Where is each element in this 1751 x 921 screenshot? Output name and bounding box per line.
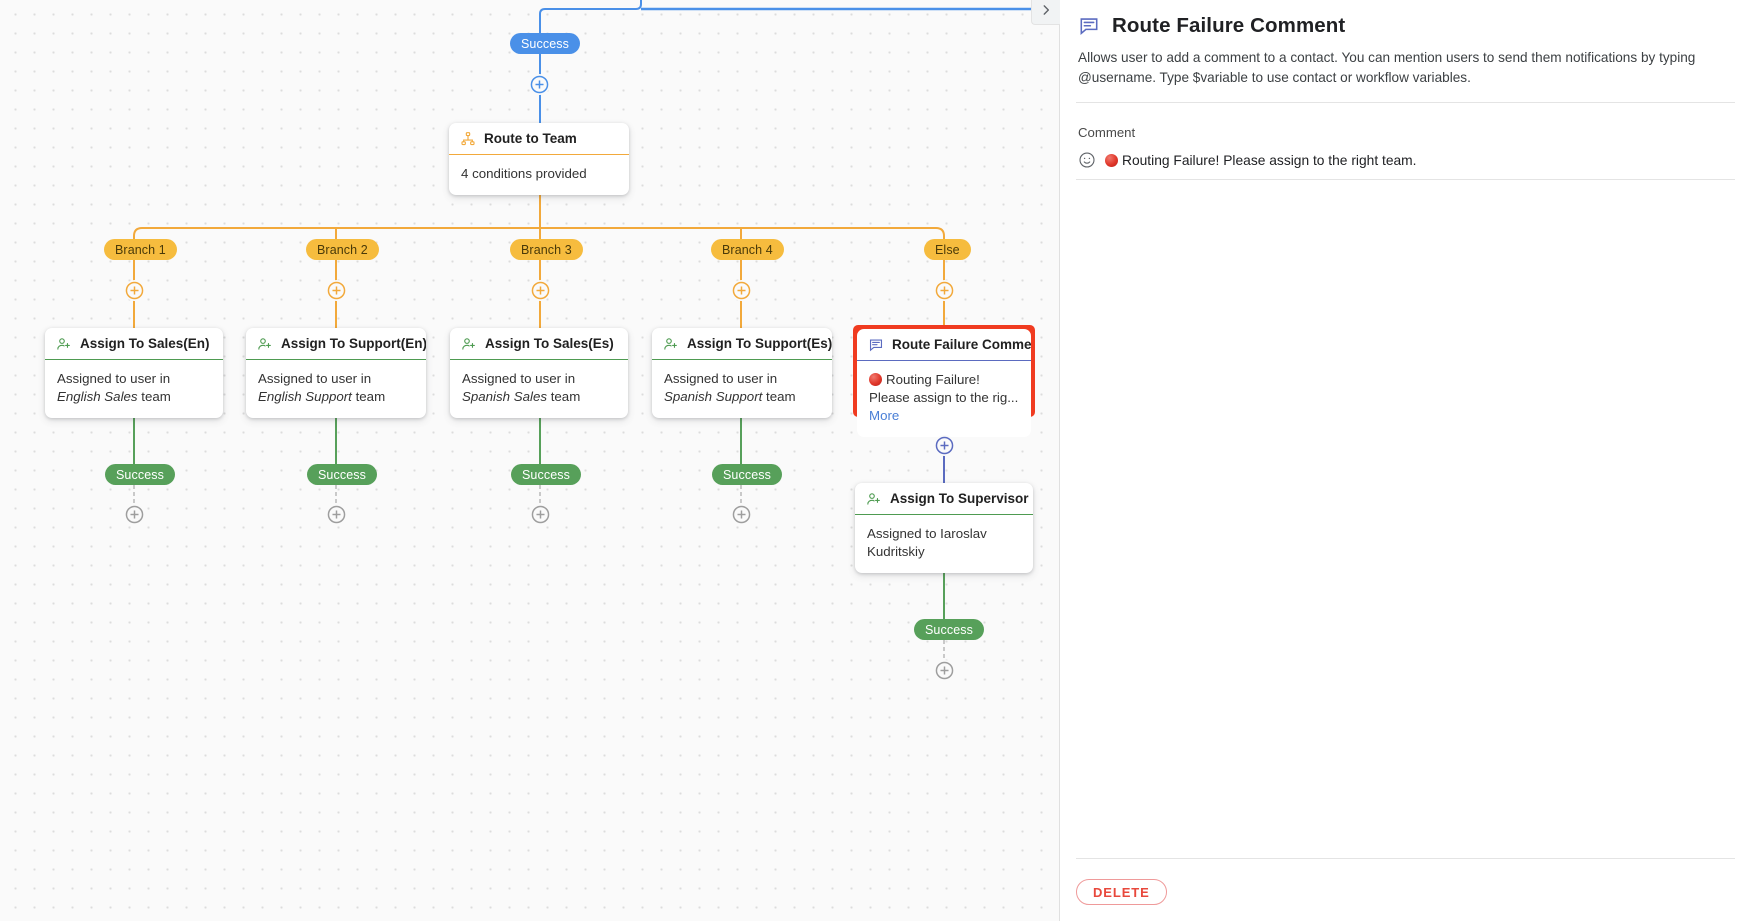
node-title: Assign To Sales(Es): [485, 336, 614, 351]
node-body-emphasis: English Support: [258, 389, 352, 404]
node-assign-to-support-en[interactable]: Assign To Support(En) Assigned to user i…: [246, 328, 426, 418]
badge-success-branch-1[interactable]: Success: [105, 464, 175, 485]
add-step-button[interactable]: [529, 74, 550, 95]
node-body-prefix: Assigned to user in: [57, 371, 171, 386]
add-step-button-branch-4[interactable]: [731, 280, 752, 301]
node-body-emphasis: Spanish Support: [664, 389, 763, 404]
node-header: Assign To Sales(En): [45, 328, 223, 359]
node-body: Routing Failure! Please assign to the ri…: [857, 361, 1031, 437]
footer-divider: [1076, 858, 1735, 859]
assign-user-icon: [663, 336, 679, 352]
red-circle-emoji: [1105, 153, 1118, 167]
node-body-emphasis: Spanish Sales: [462, 389, 548, 404]
node-assign-to-sales-en[interactable]: Assign To Sales(En) Assigned to user in …: [45, 328, 223, 418]
assign-user-icon: [461, 336, 477, 352]
node-body-prefix: Assigned to user in: [664, 371, 778, 386]
add-step-button-branch-else[interactable]: [934, 280, 955, 301]
comment-value[interactable]: Routing Failure! Please assign to the ri…: [1105, 153, 1417, 168]
badge-success-branch-2[interactable]: Success: [307, 464, 377, 485]
node-header: Assign To Support(Es): [652, 328, 832, 359]
badge-success-supervisor[interactable]: Success: [914, 619, 984, 640]
node-title: Assign To Sales(En): [80, 336, 210, 351]
more-link[interactable]: More: [869, 408, 899, 423]
add-step-button-after-success-supervisor[interactable]: [934, 660, 955, 681]
panel-description: Allows user to add a comment to a contac…: [1078, 50, 1696, 85]
node-body-emphasis: English Sales: [57, 389, 138, 404]
node-title: Route Failure Comment: [892, 337, 1031, 352]
node-header: Route to Team: [449, 123, 629, 154]
comment-value-text: Routing Failure! Please assign to the ri…: [1122, 152, 1417, 168]
org-chart-icon: [460, 131, 476, 147]
node-title: Route to Team: [484, 131, 577, 146]
panel-header: Route Failure Comment: [1076, 0, 1735, 48]
comment-field-label: Comment: [1078, 125, 1136, 140]
node-body: Assigned to user in Spanish Support team: [652, 360, 832, 418]
node-assign-to-supervisor[interactable]: Assign To Supervisor Assigned to Iarosla…: [855, 483, 1033, 573]
add-step-button-branch-1[interactable]: [124, 280, 145, 301]
branch-pill-3[interactable]: Branch 3: [510, 239, 583, 260]
smiley-icon[interactable]: [1078, 151, 1096, 169]
comment-input-row[interactable]: Routing Failure! Please assign to the ri…: [1076, 144, 1735, 180]
branch-pill-1[interactable]: Branch 1: [104, 239, 177, 260]
add-step-button-branch-3[interactable]: [530, 280, 551, 301]
badge-success-top[interactable]: Success: [510, 33, 580, 54]
branch-pill-4[interactable]: Branch 4: [711, 239, 784, 260]
add-step-button-after-success-3[interactable]: [530, 504, 551, 525]
panel-footer: DELETE: [1076, 858, 1735, 921]
page-title: Route Failure Comment: [1112, 14, 1346, 37]
node-body: 4 conditions provided: [461, 166, 587, 181]
node-body: Assigned to Iaroslav Kudritskiy: [867, 526, 987, 559]
node-title: Assign To Support(Es): [687, 336, 832, 351]
panel-spacer: [1076, 180, 1735, 858]
node-route-to-team[interactable]: Route to Team 4 conditions provided: [449, 123, 629, 195]
node-header: Assign To Support(En): [246, 328, 426, 359]
add-step-button-after-comment[interactable]: [934, 435, 955, 456]
node-body-prefix: Assigned to user in: [258, 371, 372, 386]
node-header: Assign To Supervisor: [855, 483, 1033, 514]
badge-success-branch-3[interactable]: Success: [511, 464, 581, 485]
comment-icon: [868, 337, 884, 353]
node-body-suffix: team: [137, 389, 171, 404]
node-body-text: Routing Failure! Please assign to the ri…: [869, 372, 1019, 405]
red-circle-emoji: [869, 373, 882, 386]
node-title: Assign To Supervisor: [890, 491, 1029, 506]
node-assign-to-sales-es[interactable]: Assign To Sales(Es) Assigned to user in …: [450, 328, 628, 418]
branch-pill-2[interactable]: Branch 2: [306, 239, 379, 260]
node-body-suffix: team: [762, 389, 796, 404]
assign-user-icon: [257, 336, 273, 352]
add-step-button-after-success-1[interactable]: [124, 504, 145, 525]
node-body-suffix: team: [351, 389, 386, 404]
branch-pill-else[interactable]: Else: [924, 239, 971, 260]
delete-button[interactable]: DELETE: [1076, 879, 1167, 905]
node-body-prefix: Assigned to user in: [462, 371, 576, 386]
node-body: Assigned to user in Spanish Sales team: [450, 360, 628, 418]
add-step-button-after-success-4[interactable]: [731, 504, 752, 525]
node-assign-to-support-es[interactable]: Assign To Support(Es) Assigned to user i…: [652, 328, 832, 418]
add-step-button-branch-2[interactable]: [326, 280, 347, 301]
node-header: Route Failure Comment: [857, 329, 1031, 360]
chevron-right-icon: [1039, 3, 1053, 22]
node-body: Assigned to user in English Sales team: [45, 360, 223, 418]
badge-success-branch-4[interactable]: Success: [712, 464, 782, 485]
assign-user-icon: [56, 336, 72, 352]
comment-icon: [1078, 15, 1100, 37]
node-route-failure-comment[interactable]: Route Failure Comment Routing Failure! P…: [857, 329, 1031, 437]
node-body: Assigned to user in English Support team: [246, 360, 426, 418]
workflow-canvas[interactable]: Success Route to Team 4 conditions provi…: [0, 0, 1060, 921]
step-settings-panel: Route Failure Comment Allows user to add…: [1060, 0, 1751, 921]
node-header: Assign To Sales(Es): [450, 328, 628, 359]
assign-user-icon: [866, 491, 882, 507]
panel-collapse-handle[interactable]: [1031, 0, 1060, 25]
add-step-button-after-success-2[interactable]: [326, 504, 347, 525]
workflow-builder: Success Route to Team 4 conditions provi…: [0, 0, 1751, 921]
node-body-suffix: team: [547, 389, 581, 404]
node-title: Assign To Support(En): [281, 336, 426, 351]
